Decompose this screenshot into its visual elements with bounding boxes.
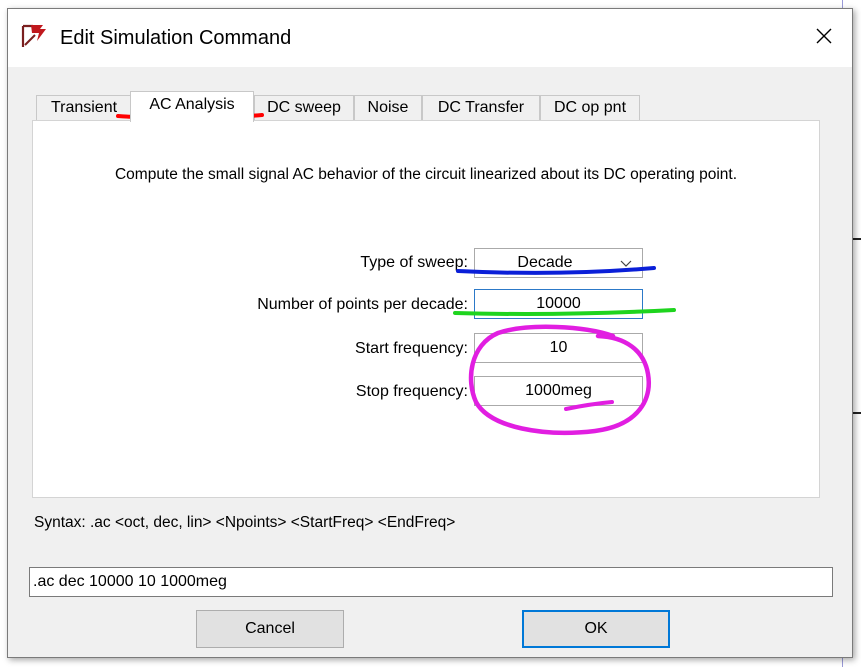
ltspice-logo-icon	[20, 23, 50, 49]
ac-analysis-panel: Compute the small signal AC behavior of …	[32, 120, 820, 498]
points-per-decade-input[interactable]	[474, 289, 643, 319]
sweep-type-select[interactable]: Decade	[474, 248, 643, 278]
tab-noise[interactable]: Noise	[354, 95, 422, 121]
title-bar: Edit Simulation Command	[8, 9, 852, 67]
chevron-down-icon	[620, 249, 632, 287]
syntax-hint: Syntax: .ac <oct, dec, lin> <Npoints> <S…	[34, 514, 456, 531]
start-frequency-label: Start frequency:	[355, 340, 468, 357]
tab-dc-sweep[interactable]: DC sweep	[254, 95, 354, 121]
points-per-decade-label: Number of points per decade:	[257, 296, 468, 313]
dialog-title: Edit Simulation Command	[60, 27, 292, 49]
cancel-button[interactable]: Cancel	[196, 610, 344, 648]
close-button[interactable]	[796, 9, 852, 67]
stop-frequency-label: Stop frequency:	[355, 383, 468, 400]
command-text-input[interactable]	[29, 567, 833, 597]
tab-ac-analysis[interactable]: AC Analysis	[130, 91, 254, 122]
sweep-type-value: Decade	[517, 254, 573, 271]
close-icon	[816, 28, 832, 49]
tab-dc-transfer[interactable]: DC Transfer	[422, 95, 540, 121]
ok-button[interactable]: OK	[522, 610, 670, 648]
stop-frequency-input[interactable]	[474, 376, 643, 406]
analysis-description: Compute the small signal AC behavior of …	[114, 166, 738, 183]
tab-dc-op-pnt[interactable]: DC op pnt	[540, 95, 640, 121]
sweep-type-label: Type of sweep:	[360, 254, 468, 271]
start-frequency-input[interactable]	[474, 333, 643, 363]
tab-transient[interactable]: Transient	[36, 95, 132, 121]
edit-simulation-command-dialog: Edit Simulation Command Transient AC Ana…	[7, 8, 853, 658]
